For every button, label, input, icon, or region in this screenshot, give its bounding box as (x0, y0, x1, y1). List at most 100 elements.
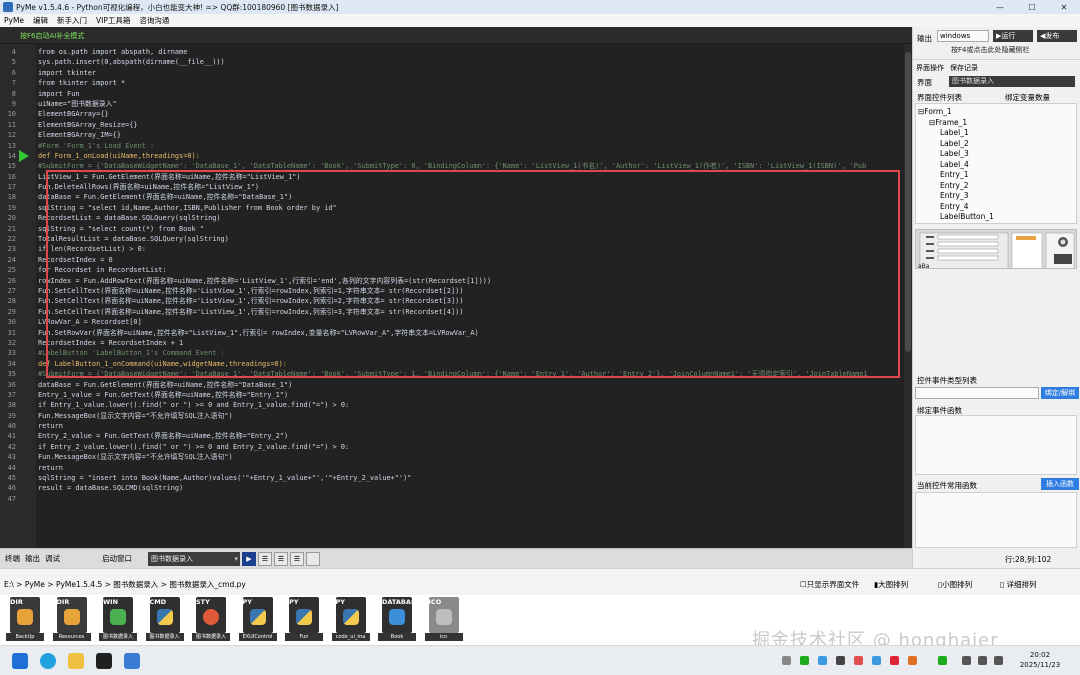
tab-terminal[interactable]: 终端 (5, 553, 20, 564)
code-line[interactable]: 46 result = dataBase.SQLCMD(sqlString) (0, 483, 905, 493)
file-item[interactable]: PY EXUIControl (238, 597, 277, 641)
run-play-icon[interactable]: ▶ (242, 551, 256, 566)
code-line[interactable]: 21 sqlString = "select count(*) from Boo… (0, 224, 905, 234)
code-line[interactable]: 38 if Entry_1_value.lower().find(" or ")… (0, 400, 905, 410)
menu-vip-toolbox[interactable]: VIP工具箱 (96, 15, 130, 26)
bind-unbind-button[interactable]: 绑定/解绑 (1041, 387, 1079, 399)
file-item[interactable]: PY Fun (285, 597, 323, 641)
tray-app-icon[interactable] (818, 656, 827, 665)
code-line[interactable]: 14 def Form_1_onLoad(uiName,threadings=0)… (0, 149, 905, 162)
tree-item[interactable]: Label_1 (940, 128, 969, 137)
menu-getting-started[interactable]: 新手入门 (57, 15, 87, 26)
code-line[interactable]: 5 sys.path.insert(0,abspath(dirname(__fil… (0, 57, 905, 67)
file-item[interactable]: CMD 图书数据录入 (145, 597, 184, 641)
align-center-icon[interactable]: ☰ (274, 551, 288, 566)
battery-icon[interactable] (994, 656, 1003, 665)
large-icons-option[interactable]: ▮大图排列 (874, 579, 908, 590)
details-option[interactable]: ▯ 详细排列 (1000, 579, 1037, 590)
code-line[interactable]: 42 if Entry_2_value.lower().find(" or ")… (0, 442, 905, 452)
breakpoint-arrow-icon[interactable] (19, 149, 29, 162)
code-line[interactable]: 10 ElementBGArray={} (0, 109, 905, 119)
control-tree[interactable]: ⊟Form_1 ⊟Frame_1 Label_1 Label_2 Label_3 Labe… (915, 103, 1077, 224)
menu-edit[interactable]: 编辑 (33, 15, 48, 26)
hide-sidebar-hint[interactable]: 按F4或点击此处隐藏侧栏 (951, 45, 1029, 55)
tree-item[interactable]: Label_4 (940, 160, 969, 169)
bound-events-list[interactable] (915, 415, 1077, 475)
tree-item[interactable]: ⊟Form_1 (918, 107, 952, 116)
tab-save-records[interactable]: 保存记录 (950, 63, 978, 73)
volume-icon[interactable] (978, 656, 987, 665)
insert-function-button[interactable]: 插入函数 (1041, 478, 1079, 490)
tray-app7-icon[interactable] (938, 656, 947, 665)
code-line[interactable]: 36 dataBase = Fun.GetElement(界面名称=uiName… (0, 380, 905, 390)
ai-completion-hint[interactable]: 按F6启动AI补全模式 (20, 31, 84, 41)
code-line[interactable]: 19 sqlString = "select id,Name,Author,IS… (0, 203, 905, 213)
code-line[interactable]: 20 RecordsetList = dataBase.SQLQuery(sql… (0, 213, 905, 223)
publish-button[interactable]: ◀发布 (1037, 30, 1077, 42)
minimize-button[interactable]: — (984, 0, 1016, 14)
file-item[interactable]: WIN 图书数据录入 (99, 597, 137, 641)
tray-app4-icon[interactable] (872, 656, 881, 665)
code-line[interactable]: 43 Fun.MessageBox(显示文字内容="不允许填写SQL注入语句") (0, 452, 905, 462)
code-line[interactable]: 44 return (0, 463, 905, 473)
tree-item[interactable]: ⊟Frame_1 (929, 118, 967, 127)
tree-item[interactable]: Entry_2 (940, 181, 968, 190)
file-item[interactable]: DIR Resources (52, 597, 91, 641)
code-line[interactable]: 17 Fun.DeleteAllRows(界面名称=uiName,控件名称="L… (0, 182, 905, 192)
code-line[interactable]: 27 Fun.SetCellText(界面名称=uiName,控件名称='Lis… (0, 286, 905, 296)
code-line[interactable]: 8 import Fun (0, 89, 905, 99)
code-line[interactable]: 6 import tkinter (0, 68, 905, 78)
ui-select[interactable]: 图书数据录入 (949, 76, 1075, 87)
start-menu-icon[interactable] (12, 653, 28, 669)
file-explorer-icon[interactable] (68, 653, 84, 669)
close-button[interactable]: ✕ (1048, 0, 1080, 14)
code-line[interactable]: 39 Fun.MessageBox(显示文字内容="不允许填写SQL注入语句") (0, 411, 905, 421)
code-line[interactable]: 12 ElementBGArray_IM={} (0, 130, 905, 140)
code-line[interactable]: 9 uiName="图书数据录入" (0, 99, 905, 109)
file-item[interactable]: DATABAS Book (378, 597, 416, 641)
menu-pyme[interactable]: PyMe (4, 16, 24, 25)
code-line[interactable]: 4 from os.path import abspath, dirname (0, 47, 905, 57)
code-line[interactable]: 37 Entry_1_value = Fun.GetText(界面名称=uiNa… (0, 390, 905, 400)
tree-item[interactable]: Entry_3 (940, 191, 968, 200)
tab-output[interactable]: 输出 (25, 553, 40, 564)
code-editor[interactable]: 4 from os.path import abspath, dirname 5 sy… (0, 44, 912, 548)
code-line[interactable]: 25 for Recordset in RecordsetList: (0, 265, 905, 275)
code-line[interactable]: 11 ElementBGArray_Resize={} (0, 120, 905, 130)
file-item[interactable]: PY code_ui_ma (331, 597, 370, 641)
code-line[interactable]: 13 #Form 'Form_1's Load Event : (0, 141, 905, 151)
code-line[interactable]: 29 Fun.SetCellText(界面名称=uiName,控件名称='Lis… (0, 307, 905, 317)
maximize-button[interactable]: ☐ (1016, 0, 1048, 14)
run-button[interactable]: ▶运行 (993, 30, 1033, 42)
file-path[interactable]: E:\ > PyMe > PyMe1.5.4.5 > 图书数据录入 > 图书数据… (4, 579, 246, 590)
tray-app5-icon[interactable] (890, 656, 899, 665)
code-line[interactable]: 26 rowIndex = Fun.AddRowText(界面名称=uiName… (0, 276, 905, 286)
tray-app3-icon[interactable] (854, 656, 863, 665)
common-funcs-list[interactable] (915, 492, 1077, 548)
code-line[interactable]: 31 Fun.SetRowVar(界面名称=uiName,控件名称="ListV… (0, 328, 905, 338)
code-line[interactable]: 16 ListView_1 = Fun.GetElement(界面名称=uiNa… (0, 172, 905, 182)
align-left-icon[interactable]: ☰ (258, 551, 272, 566)
code-line[interactable]: 18 dataBase = Fun.GetElement(界面名称=uiName… (0, 192, 905, 202)
only-ui-files-option[interactable]: ☐只显示界面文件 (800, 579, 859, 590)
tray-arrow-icon[interactable] (782, 656, 791, 665)
os-select[interactable]: windows (937, 30, 989, 42)
code-line[interactable]: 32 RecordsetIndex = RecordsetIndex + 1 (0, 338, 905, 348)
code-line[interactable]: 24 RecordsetIndex = 0 (0, 255, 905, 265)
wifi-icon[interactable] (962, 656, 971, 665)
tab-debug[interactable]: 调试 (45, 553, 60, 564)
code-line[interactable]: 28 Fun.SetCellText(界面名称=uiName,控件名称='Lis… (0, 296, 905, 306)
start-window-select[interactable]: 图书数据录入 ▾ (148, 551, 240, 566)
code-line[interactable]: 22 TotalResultList = dataBase.SQLQuery(s… (0, 234, 905, 244)
tree-item[interactable]: Entry_4 (940, 202, 968, 211)
code-line[interactable]: 47 (0, 494, 905, 504)
tree-item[interactable]: Label_3 (940, 149, 969, 158)
code-line[interactable]: 40 return (0, 421, 905, 431)
menu-consult[interactable]: 咨询沟通 (139, 15, 169, 26)
tray-wechat-icon[interactable] (800, 656, 809, 665)
code-line[interactable]: 34 def LabelButton_1_onCommand(uiName,wid… (0, 359, 905, 369)
tree-item[interactable]: Entry_1 (940, 170, 968, 179)
code-line[interactable]: 41 Entry_2_value = Fun.GetText(界面名称=uiNa… (0, 431, 905, 441)
code-line[interactable]: 15 #SubmitForm = {'DataBaseWidgetName': … (0, 161, 905, 171)
code-line[interactable]: 33 #LabelButton 'LabelButton_1's Command … (0, 348, 905, 358)
